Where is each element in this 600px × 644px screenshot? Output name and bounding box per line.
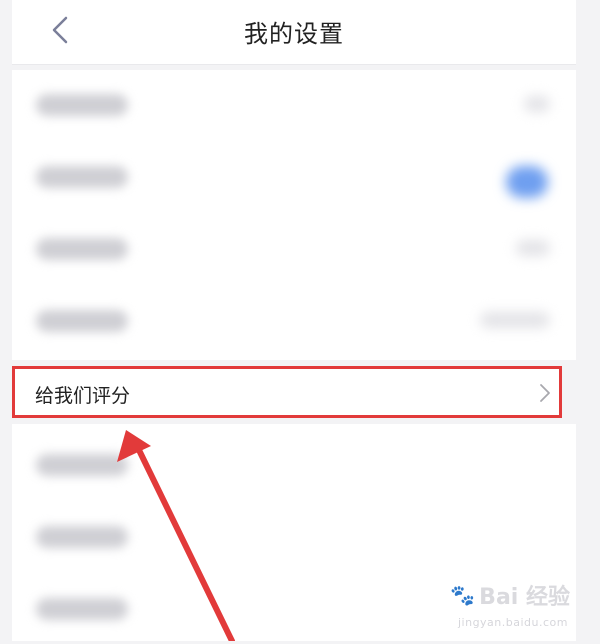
- page-title: 我的设置: [244, 20, 344, 48]
- paw-icon: 🐾: [450, 583, 476, 607]
- blurred-label: [36, 310, 128, 332]
- top-bar: 我的设置: [12, 0, 576, 65]
- chevron-right-icon: [540, 384, 550, 402]
- settings-row-blurred-5[interactable]: [12, 430, 576, 500]
- settings-row-blurred-4[interactable]: [12, 286, 576, 356]
- settings-row-blurred-3[interactable]: [12, 214, 576, 284]
- blurred-label: [36, 526, 128, 548]
- blurred-label: [36, 598, 128, 620]
- watermark: 🐾 Bai 经验: [450, 579, 570, 611]
- blurred-label: [36, 166, 128, 188]
- settings-row-blurred-1[interactable]: [12, 70, 576, 140]
- blurred-label: [36, 454, 128, 476]
- blurred-label: [36, 238, 128, 260]
- rate-us-label: 给我们评分: [35, 385, 131, 407]
- rate-us-row[interactable]: 给我们评分: [12, 366, 562, 418]
- settings-group-top: [12, 70, 576, 360]
- watermark-text: Bai 经验: [479, 585, 570, 610]
- toggle-switch[interactable]: [506, 166, 548, 198]
- settings-row-blurred-2[interactable]: [12, 142, 576, 212]
- watermark-subtext: jingyan.baidu.com: [457, 616, 568, 629]
- blurred-value: [524, 96, 550, 112]
- blurred-value: [516, 240, 550, 256]
- settings-row-blurred-6[interactable]: [12, 502, 576, 572]
- blurred-value: [480, 312, 550, 328]
- blurred-label: [36, 94, 128, 116]
